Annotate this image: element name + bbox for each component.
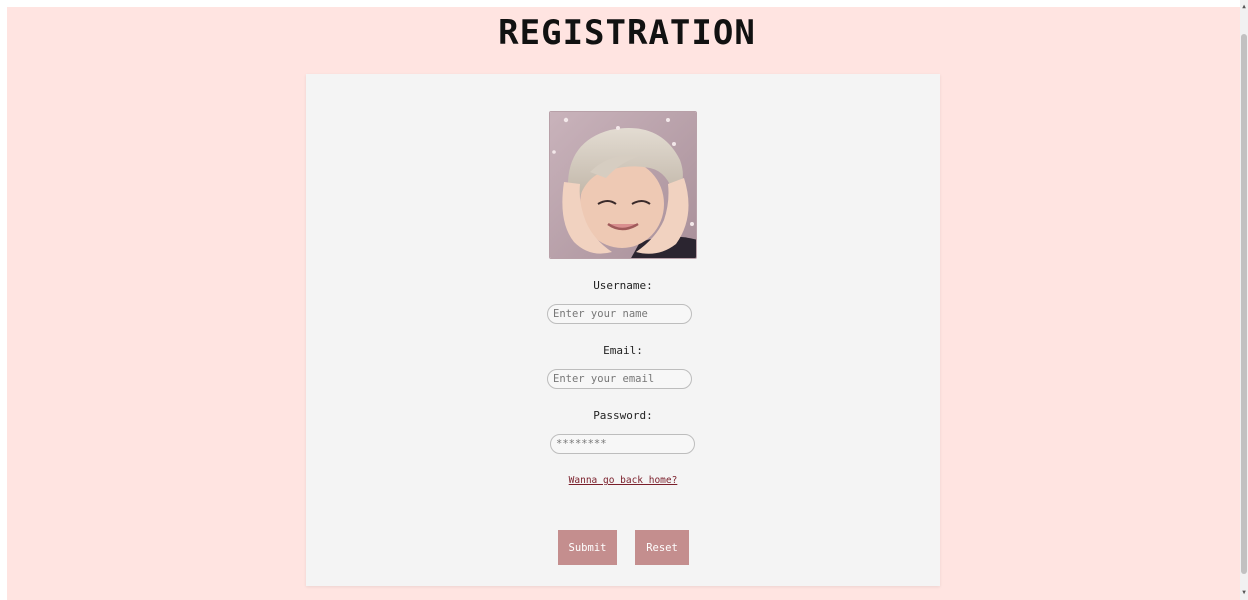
page-viewport: REGISTRATION Username: Enter your name E… [7, 7, 1240, 600]
password-label: Password: [593, 409, 653, 422]
reset-button[interactable]: Reset [635, 530, 689, 565]
scroll-down-arrow-icon[interactable]: ▼ [1240, 588, 1248, 598]
username-input[interactable] [547, 304, 692, 324]
password-input[interactable] [550, 434, 695, 454]
username-label: Username: [593, 279, 653, 292]
profile-avatar [549, 111, 697, 259]
registration-card: Username: Email: Password: Wanna go back… [306, 74, 940, 586]
scroll-up-arrow-icon[interactable]: ▲ [1240, 2, 1248, 12]
vertical-scrollbar[interactable]: ▲ ▼ [1240, 0, 1248, 600]
home-link[interactable]: Wanna go back home? [306, 475, 940, 486]
scrollbar-thumb[interactable] [1241, 34, 1247, 574]
email-label: Email: [603, 344, 643, 357]
page-title: REGISTRATION [498, 13, 756, 53]
submit-button[interactable]: Submit [558, 530, 617, 565]
email-input[interactable] [547, 369, 692, 389]
